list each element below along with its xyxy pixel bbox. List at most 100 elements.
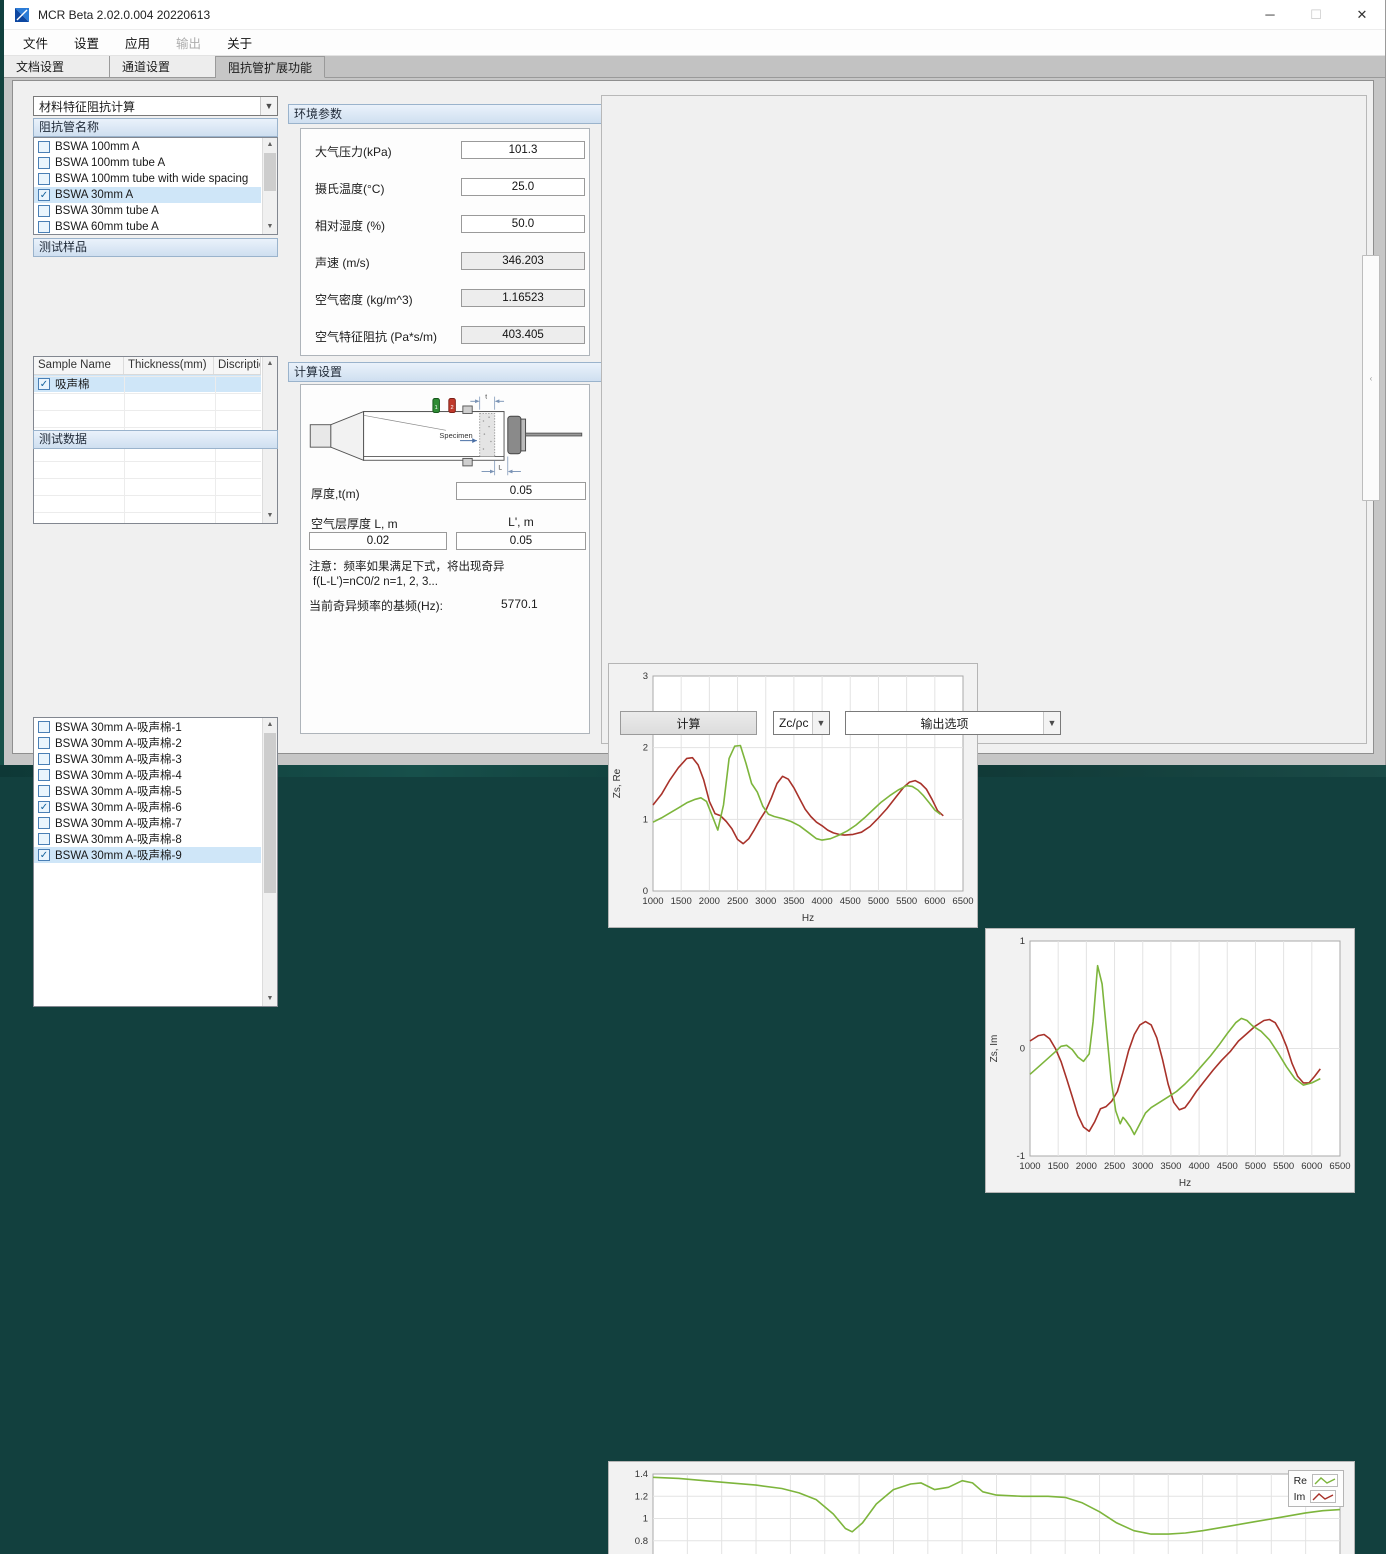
scroll-thumb[interactable] (264, 733, 276, 893)
output-options-value: 输出选项 (846, 715, 1043, 732)
svg-text:5500: 5500 (1273, 1161, 1294, 1172)
checkbox[interactable] (38, 721, 50, 733)
checkbox[interactable] (38, 205, 50, 217)
unit-value: Zc/ρc (774, 716, 812, 730)
scroll-down-icon[interactable]: ▼ (263, 509, 277, 523)
tube-list-scrollbar[interactable]: ▲ ▼ (262, 138, 277, 234)
chart-canvas: 1000150020002500300035004000450050005500… (986, 929, 1354, 1192)
svg-text:5500: 5500 (896, 896, 917, 907)
checkbox[interactable] (38, 221, 50, 233)
svg-text:0: 0 (643, 886, 648, 897)
svg-text:1000: 1000 (642, 896, 663, 907)
list-item[interactable]: ✓BSWA 30mm A-吸声棉-9 (34, 847, 261, 863)
list-item-label: BSWA 30mm A-吸声棉-4 (55, 767, 182, 783)
chevron-down-icon[interactable]: ▼ (812, 712, 829, 734)
checkbox[interactable] (38, 753, 50, 765)
l-prime-input[interactable] (456, 532, 586, 550)
scroll-down-icon[interactable]: ▼ (263, 220, 277, 234)
list-item[interactable]: BSWA 30mm A-吸声棉-2 (34, 735, 261, 751)
svg-text:6000: 6000 (924, 896, 945, 907)
env-field-input (461, 252, 585, 270)
col-thickness[interactable]: Thickness(mm) (124, 357, 214, 374)
svg-text:0: 0 (1020, 1044, 1025, 1055)
panel-splitter-handle[interactable]: ‹ (1362, 255, 1380, 501)
warning-note-line2: f(L-L')=nC0/2 n=1, 2, 3... (313, 575, 438, 589)
list-item[interactable]: BSWA 60mm tube A (34, 219, 261, 235)
col-description[interactable]: Discription (214, 357, 261, 374)
scroll-down-icon[interactable]: ▼ (263, 992, 277, 1006)
env-field-input[interactable] (461, 141, 585, 159)
list-item[interactable]: BSWA 30mm A-吸声棉-1 (34, 719, 261, 735)
checkbox[interactable] (38, 833, 50, 845)
calc-type-dropdown[interactable]: 材料特征阻抗计算 ▼ (33, 96, 278, 116)
col-sample-name[interactable]: Sample Name (34, 357, 124, 374)
unit-dropdown[interactable]: Zc/ρc ▼ (773, 711, 830, 735)
env-field-input (461, 326, 585, 344)
list-item[interactable]: BSWA 100mm tube A (34, 155, 261, 171)
checkbox[interactable] (38, 141, 50, 153)
list-item[interactable]: BSWA 30mm A-吸声棉-4 (34, 767, 261, 783)
charts-group (601, 95, 1367, 744)
tab-阻抗管扩展功能[interactable]: 阻抗管扩展功能 (216, 56, 325, 78)
scroll-thumb[interactable] (264, 153, 276, 191)
piston-rod (526, 433, 582, 436)
menu-关于[interactable]: 关于 (214, 29, 265, 56)
thickness-input[interactable] (456, 482, 586, 500)
checkbox[interactable]: ✓ (38, 189, 50, 201)
checkbox[interactable] (38, 157, 50, 169)
list-item[interactable]: BSWA 100mm tube with wide spacing (34, 171, 261, 187)
maximize-button[interactable]: ☐ (1293, 0, 1339, 30)
env-field-label: 摄氏温度(°C) (315, 180, 384, 197)
checkbox[interactable] (38, 785, 50, 797)
sample-section-header: 测试样品 (33, 238, 278, 257)
base-freq-label: 当前奇异频率的基频(Hz): (309, 597, 443, 614)
checkbox[interactable] (38, 769, 50, 781)
list-item[interactable]: BSWA 30mm A-吸声棉-5 (34, 783, 261, 799)
menu-设置[interactable]: 设置 (61, 29, 112, 56)
close-button[interactable]: ✕ (1339, 0, 1385, 30)
checkbox[interactable]: ✓ (38, 849, 50, 861)
env-field-label: 相对湿度 (%) (315, 217, 385, 234)
env-panel-header: 环境参数 (288, 104, 604, 124)
air-layer-label: 空气层厚度 L, m (311, 515, 398, 532)
tab-通道设置[interactable]: 通道设置 (110, 56, 216, 78)
app-window: MCR Beta 2.02.0.004 20220613 ─ ☐ ✕ 文件设置应… (4, 0, 1386, 765)
menu-文件[interactable]: 文件 (10, 29, 61, 56)
list-item-label: BSWA 30mm A-吸声棉-8 (55, 831, 182, 847)
air-layer-input[interactable] (309, 532, 447, 550)
minimize-button[interactable]: ─ (1247, 0, 1293, 30)
tab-文档设置[interactable]: 文档设置 (4, 56, 110, 78)
svg-text:1: 1 (643, 814, 648, 825)
scroll-up-icon[interactable]: ▲ (263, 718, 277, 732)
checkbox[interactable] (38, 817, 50, 829)
list-item[interactable]: BSWA 30mm A-吸声棉-3 (34, 751, 261, 767)
env-field-input[interactable] (461, 178, 585, 196)
list-item[interactable]: BSWA 100mm A (34, 139, 261, 155)
menu-应用[interactable]: 应用 (112, 29, 163, 56)
list-item-label: BSWA 30mm A-吸声棉-1 (55, 719, 182, 735)
svg-text:4000: 4000 (1189, 1161, 1210, 1172)
scroll-up-icon[interactable]: ▲ (263, 138, 277, 152)
data-list-scrollbar[interactable]: ▲ ▼ (262, 718, 277, 1006)
list-item[interactable]: BSWA 30mm tube A (34, 203, 261, 219)
svg-text:Zs, Re: Zs, Re (612, 768, 623, 798)
warning-note-line1: 注意：频率如果满足下式，将出现奇异 (309, 560, 505, 574)
checkbox[interactable]: ✓ (38, 801, 50, 813)
list-item[interactable]: ✓BSWA 30mm A (34, 187, 261, 203)
svg-text:5000: 5000 (1245, 1161, 1266, 1172)
list-item[interactable]: BSWA 30mm A-吸声棉-8 (34, 831, 261, 847)
list-item[interactable]: BSWA 30mm A-吸声棉-7 (34, 815, 261, 831)
checkbox[interactable] (38, 737, 50, 749)
l-prime-label: L', m (456, 515, 586, 529)
list-item-label: BSWA 100mm A (55, 141, 140, 153)
calculate-button[interactable]: 计算 (620, 711, 757, 735)
menu-bar: 文件设置应用输出关于 (4, 30, 1385, 56)
scroll-up-icon[interactable]: ▲ (263, 357, 277, 371)
checkbox[interactable] (38, 173, 50, 185)
output-options-dropdown[interactable]: 输出选项 ▼ (845, 711, 1061, 735)
svg-text:2000: 2000 (699, 896, 720, 907)
chevron-down-icon[interactable]: ▼ (260, 97, 277, 115)
list-item[interactable]: ✓BSWA 30mm A-吸声棉-6 (34, 799, 261, 815)
env-field-input[interactable] (461, 215, 585, 233)
chevron-down-icon[interactable]: ▼ (1043, 712, 1060, 734)
